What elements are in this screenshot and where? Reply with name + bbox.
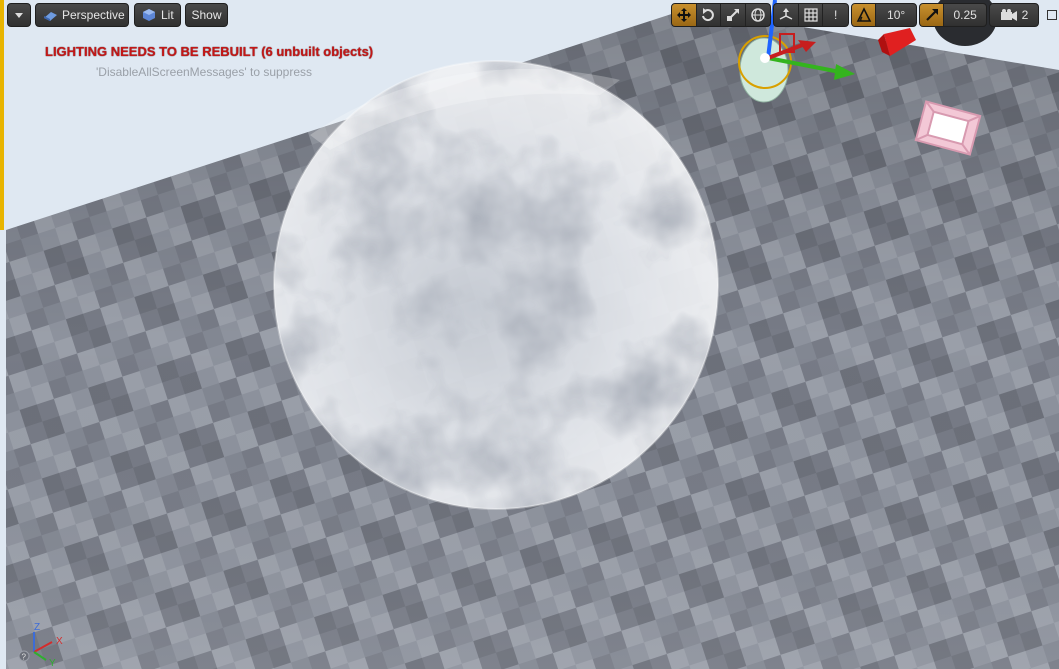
camera-icon <box>1000 9 1017 21</box>
viewport-options-menu-button[interactable] <box>7 3 31 27</box>
grid-snap-value[interactable]: ! <box>823 4 848 26</box>
viewport-focus-border <box>0 0 4 230</box>
maximize-viewport-button[interactable] <box>1047 10 1057 20</box>
surface-snap-button[interactable] <box>774 4 799 26</box>
axis-x-label: X <box>56 636 63 647</box>
scale-snap-value[interactable]: 0.25 <box>944 4 986 26</box>
axis-y-label: Y <box>49 658 56 668</box>
lit-sphere-icon <box>141 7 157 23</box>
camera-speed-button[interactable]: 2 <box>990 4 1038 26</box>
level-viewport[interactable]: LIGHTING NEEDS TO BE REBUILT (6 unbuilt … <box>0 0 1059 669</box>
grid-icon <box>803 8 818 22</box>
globe-icon <box>750 8 765 22</box>
rotate-mode-button[interactable] <box>697 4 721 26</box>
scale-snap-group: 0.25 <box>919 3 987 27</box>
show-flags-button[interactable]: Show <box>185 3 228 27</box>
chevron-down-icon <box>11 7 27 23</box>
rotate-icon <box>702 8 715 22</box>
show-label: Show <box>191 8 222 22</box>
translate-mode-button[interactable] <box>672 4 697 26</box>
rotation-snap-group: 10° <box>851 3 917 27</box>
lit-view-mode-button[interactable]: Lit <box>134 3 181 27</box>
perspective-view-button[interactable]: Perspective <box>35 3 129 27</box>
svg-text:?: ? <box>22 653 27 662</box>
viewport-scene[interactable] <box>0 0 1059 669</box>
translate-arrows-icon <box>676 8 691 22</box>
perspective-cube-icon <box>42 7 58 23</box>
scale-icon <box>726 9 739 21</box>
lighting-rebuild-warning: LIGHTING NEEDS TO BE REBUILT (6 unbuilt … <box>45 44 374 59</box>
axis-z-label: Z <box>34 622 40 633</box>
scale-snap-icon <box>925 9 938 21</box>
rotation-snap-value[interactable]: 10° <box>876 4 916 26</box>
surface-snap-icon <box>779 8 793 20</box>
world-local-toggle-button[interactable] <box>746 4 770 26</box>
angle-icon <box>856 7 871 22</box>
scale-mode-button[interactable] <box>721 4 746 26</box>
suppress-messages-hint: 'DisableAllScreenMessages' to suppress <box>96 65 313 79</box>
scale-snap-toggle[interactable] <box>920 4 945 26</box>
transform-mode-group <box>671 3 771 27</box>
grid-snap-toggle[interactable] <box>799 4 824 26</box>
grid-snap-group: ! <box>773 3 849 27</box>
lit-label: Lit <box>161 8 174 22</box>
rotation-snap-toggle[interactable] <box>852 4 877 26</box>
perspective-label: Perspective <box>62 8 125 22</box>
camera-speed-group: 2 <box>989 3 1039 27</box>
axis-indicator: Z X Y ? <box>18 620 68 669</box>
